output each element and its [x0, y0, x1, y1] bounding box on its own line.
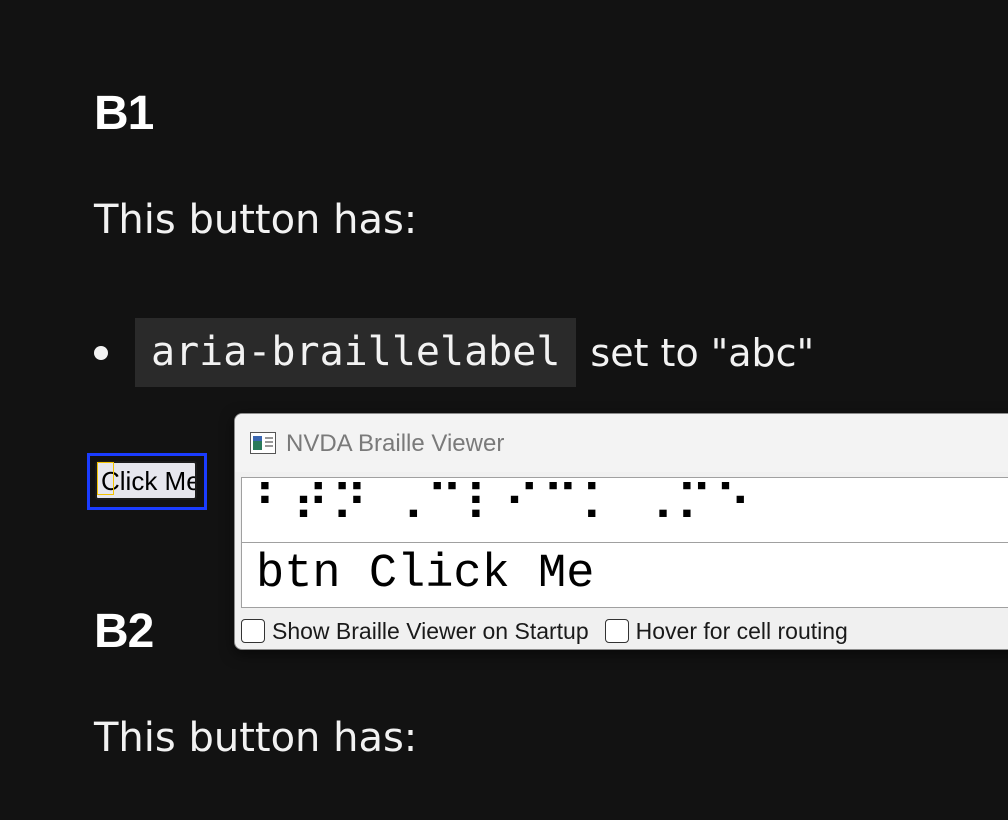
section-b1-intro: This button has: [94, 197, 418, 243]
section-b2-intro: This button has: [94, 715, 418, 761]
section-b1-heading: B1 [94, 87, 154, 140]
text-output-text: btn Click Me [256, 548, 595, 601]
bullet-icon [94, 345, 108, 360]
list-item: aria-braillelabel set to "abc" [94, 318, 814, 387]
section-b2-heading: B2 [94, 605, 154, 658]
app-icon [250, 432, 276, 454]
text-output-field[interactable]: btn Click Me [241, 542, 1008, 608]
hover-routing-label: Hover for cell routing [635, 617, 848, 644]
title-bar[interactable]: NVDA Braille Viewer [235, 414, 1008, 472]
braille-viewer-window: NVDA Braille Viewer ⠃⠞⠝ ⠠⠉⠇⠊⠉⠅ ⠠⠍⠑ btn C… [234, 413, 1008, 650]
click-me-button[interactable]: Click Me [95, 461, 197, 500]
show-on-startup-option[interactable]: Show Braille Viewer on Startup [241, 618, 589, 645]
viewer-options: Show Braille Viewer on Startup Hover for… [241, 616, 848, 646]
hover-routing-checkbox[interactable] [604, 619, 629, 643]
braille-output-field[interactable]: ⠃⠞⠝ ⠠⠉⠇⠊⠉⠅ ⠠⠍⠑ [241, 477, 1008, 543]
show-on-startup-checkbox[interactable] [241, 619, 265, 643]
show-on-startup-label: Show Braille Viewer on Startup [272, 617, 589, 644]
braille-output-text: ⠃⠞⠝ ⠠⠉⠇⠊⠉⠅ ⠠⠍⠑ [254, 477, 754, 533]
hover-routing-option[interactable]: Hover for cell routing [604, 617, 848, 645]
window-title: NVDA Braille Viewer [286, 430, 505, 457]
focus-outline: Click Me [87, 453, 207, 510]
attribute-value-text: set to "abc" [590, 330, 815, 375]
attribute-code: aria-braillelabel [135, 318, 577, 387]
